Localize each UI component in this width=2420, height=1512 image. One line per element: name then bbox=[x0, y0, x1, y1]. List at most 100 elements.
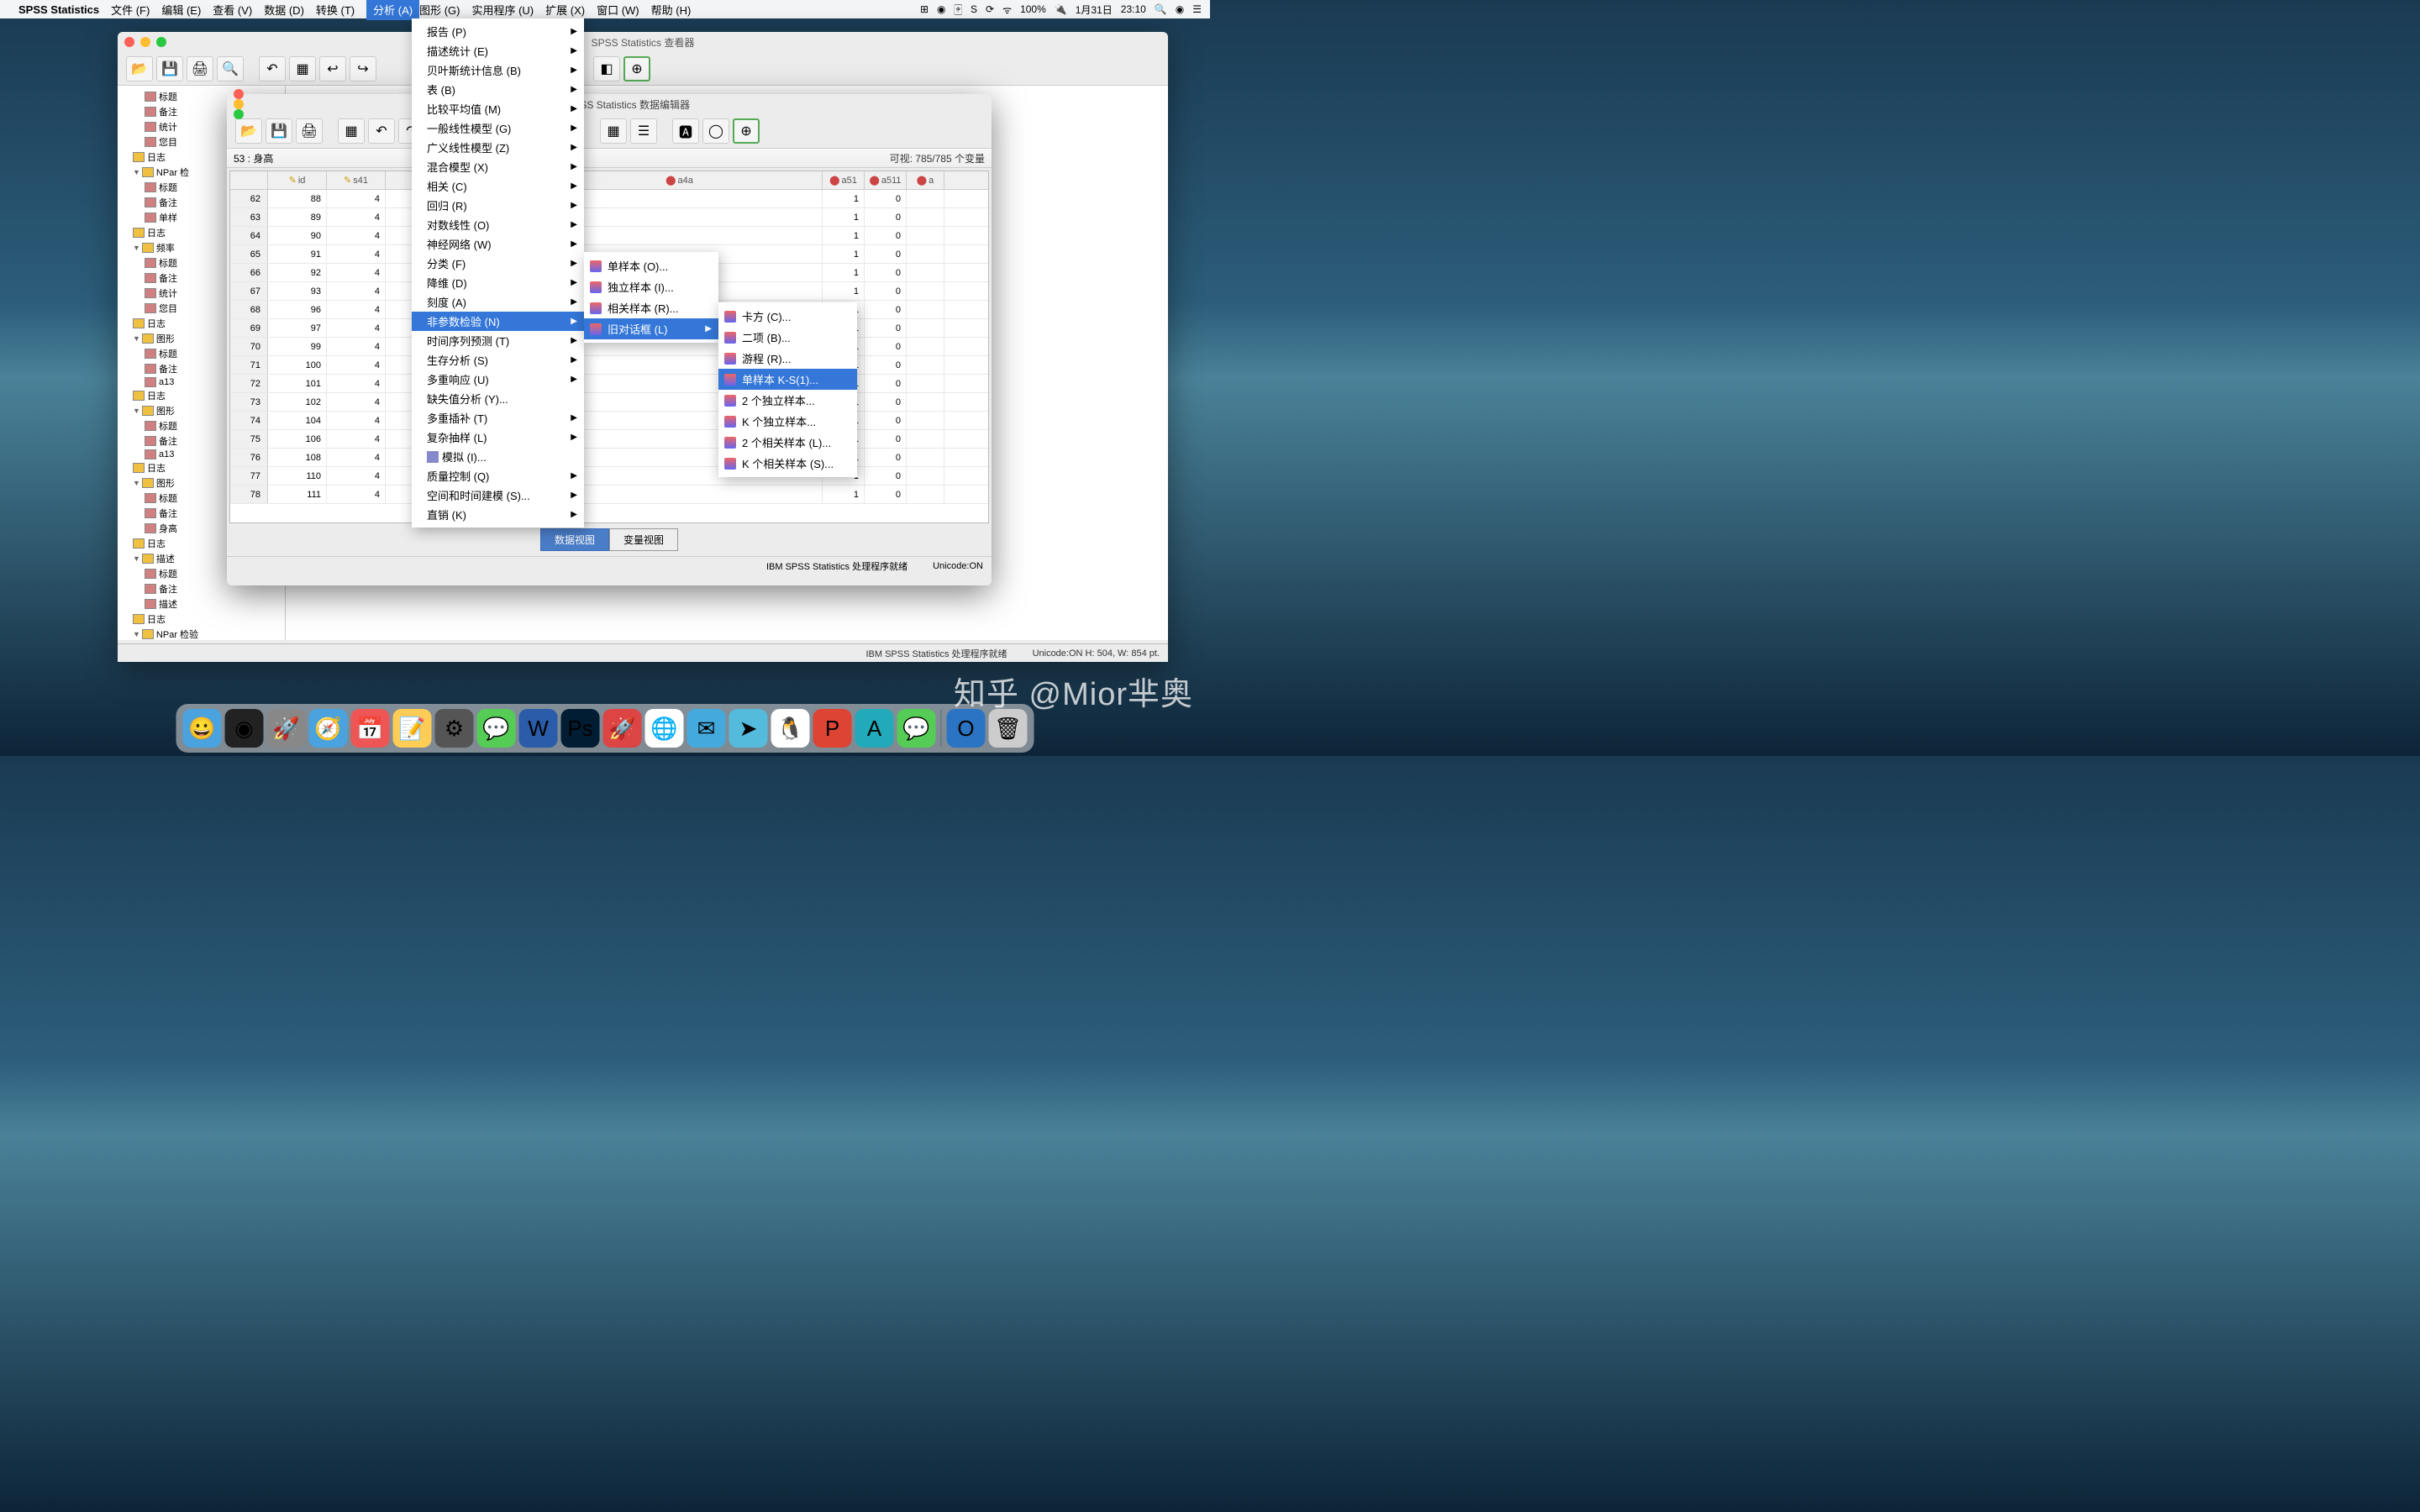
menu-item[interactable]: 降维 (D)▶ bbox=[412, 273, 584, 292]
open-icon[interactable]: 📂 bbox=[126, 56, 153, 81]
dock-finder-icon[interactable]: 😀 bbox=[183, 709, 222, 748]
cell[interactable] bbox=[907, 486, 944, 503]
dock-appstore-icon[interactable]: A bbox=[855, 709, 894, 748]
menu-item[interactable]: 描述统计 (E)▶ bbox=[412, 41, 584, 60]
cell[interactable] bbox=[907, 227, 944, 244]
cell[interactable]: 91 bbox=[268, 245, 327, 263]
cell[interactable]: 68 bbox=[230, 301, 268, 318]
cell[interactable]: 1 bbox=[823, 264, 865, 281]
cell[interactable]: 67 bbox=[230, 282, 268, 300]
menu-utilities[interactable]: 实用程序 (U) bbox=[471, 2, 534, 18]
menu-item[interactable]: 非参数检验 (N)▶ bbox=[412, 312, 584, 331]
cell[interactable]: 4 bbox=[327, 356, 386, 374]
close-button[interactable] bbox=[234, 89, 244, 99]
menu-item[interactable]: 游程 (R)... bbox=[718, 348, 857, 369]
cell[interactable]: 62 bbox=[230, 190, 268, 207]
cell[interactable]: 4 bbox=[327, 467, 386, 485]
dock-photoshop-icon[interactable]: Ps bbox=[561, 709, 600, 748]
cell[interactable]: 0 bbox=[865, 227, 907, 244]
cell[interactable]: 0 bbox=[865, 245, 907, 263]
battery-pct[interactable]: 100% bbox=[1020, 3, 1046, 15]
dock-powerpoint-icon[interactable]: P bbox=[813, 709, 852, 748]
cell[interactable] bbox=[907, 245, 944, 263]
select-icon[interactable]: ◧ bbox=[593, 56, 620, 81]
menu-item[interactable]: 贝叶斯统计信息 (B)▶ bbox=[412, 60, 584, 80]
menu-item[interactable]: 报告 (P)▶ bbox=[412, 22, 584, 41]
cell[interactable]: 4 bbox=[327, 227, 386, 244]
cell[interactable] bbox=[907, 356, 944, 374]
cell[interactable]: 0 bbox=[865, 430, 907, 448]
cell[interactable] bbox=[907, 449, 944, 466]
cell[interactable]: 0 bbox=[865, 301, 907, 318]
dock-settings-icon[interactable]: ⚙ bbox=[435, 709, 474, 748]
cell[interactable]: 0 bbox=[865, 208, 907, 226]
cell[interactable]: 1 bbox=[823, 227, 865, 244]
cell[interactable] bbox=[907, 208, 944, 226]
menu-item[interactable]: 时间序列预测 (T)▶ bbox=[412, 331, 584, 350]
clock-icon[interactable]: ⟳ bbox=[986, 3, 994, 15]
menu-item[interactable]: 生存分析 (S)▶ bbox=[412, 350, 584, 370]
dock-launchpad-icon[interactable]: 🚀 bbox=[267, 709, 306, 748]
dock-calendar-icon[interactable]: 📅 bbox=[351, 709, 390, 748]
cell[interactable]: 4 bbox=[327, 301, 386, 318]
cell[interactable]: 100 bbox=[268, 356, 327, 374]
undo-icon[interactable]: ↶ bbox=[368, 118, 395, 144]
menu-item[interactable]: 比较平均值 (M)▶ bbox=[412, 99, 584, 118]
cell[interactable]: 96 bbox=[268, 301, 327, 318]
cell[interactable] bbox=[907, 301, 944, 318]
cell[interactable] bbox=[907, 264, 944, 281]
cell[interactable]: 4 bbox=[327, 412, 386, 429]
cell[interactable]: 70 bbox=[230, 338, 268, 355]
target-icon[interactable]: ⊕ bbox=[623, 56, 650, 81]
outline-node[interactable]: 日志 bbox=[121, 612, 281, 627]
cell[interactable]: 93 bbox=[268, 282, 327, 300]
cell[interactable]: 74 bbox=[230, 412, 268, 429]
cell[interactable]: 4 bbox=[327, 319, 386, 337]
menu-item[interactable]: 刻度 (A)▶ bbox=[412, 292, 584, 312]
cell[interactable]: 4 bbox=[327, 393, 386, 411]
menu-transform[interactable]: 转换 (T) bbox=[316, 2, 355, 18]
dock-chat-icon[interactable]: 💬 bbox=[897, 709, 936, 748]
cell[interactable]: 92 bbox=[268, 264, 327, 281]
menu-view[interactable]: 查看 (V) bbox=[213, 2, 252, 18]
cell[interactable]: 97 bbox=[268, 319, 327, 337]
editor-titlebar[interactable]: 1] - IBM SPSS Statistics 数据编辑器 bbox=[227, 94, 992, 114]
menu-data[interactable]: 数据 (D) bbox=[264, 2, 304, 18]
cell[interactable]: 88 bbox=[268, 190, 327, 207]
cell[interactable]: 90 bbox=[268, 227, 327, 244]
zoom-button[interactable] bbox=[156, 37, 166, 47]
cell[interactable] bbox=[907, 319, 944, 337]
menu-edit[interactable]: 编辑 (E) bbox=[161, 2, 201, 18]
menu-help[interactable]: 帮助 (H) bbox=[651, 2, 692, 18]
menu-item[interactable]: 多重插补 (T)▶ bbox=[412, 408, 584, 428]
back-icon[interactable]: ↩ bbox=[319, 56, 346, 81]
cell[interactable]: 1 bbox=[823, 486, 865, 503]
cell[interactable]: 63 bbox=[230, 208, 268, 226]
goto-icon[interactable]: ▦ bbox=[289, 56, 316, 81]
dock-wechat-icon[interactable]: 💬 bbox=[477, 709, 516, 748]
minimize-button[interactable] bbox=[234, 99, 244, 109]
ime-icon[interactable]: S bbox=[971, 3, 977, 15]
cell[interactable]: 0 bbox=[865, 375, 907, 392]
cell[interactable]: 0 bbox=[865, 393, 907, 411]
dock-siri-icon[interactable]: ◉ bbox=[225, 709, 264, 748]
menu-item[interactable]: 回归 (R)▶ bbox=[412, 196, 584, 215]
cell[interactable]: 66 bbox=[230, 264, 268, 281]
outline-node[interactable]: ▼NPar 检验 bbox=[121, 627, 281, 640]
menu-item[interactable]: 2 个相关样本 (L)... bbox=[718, 432, 857, 453]
menu-window[interactable]: 窗口 (W) bbox=[597, 2, 639, 18]
cell[interactable]: 75 bbox=[230, 430, 268, 448]
cell[interactable]: 4 bbox=[327, 486, 386, 503]
cell[interactable] bbox=[907, 282, 944, 300]
tab-data-view[interactable]: 数据视图 bbox=[540, 528, 609, 551]
cell[interactable]: 72 bbox=[230, 375, 268, 392]
table-row[interactable]: 73102410 bbox=[230, 393, 988, 412]
column-header[interactable]: ⬤a51 bbox=[823, 171, 865, 189]
dock-outlook-icon[interactable]: O bbox=[947, 709, 986, 748]
cell[interactable] bbox=[907, 467, 944, 485]
menu-item[interactable]: 质量控制 (Q)▶ bbox=[412, 466, 584, 486]
menu-analyze[interactable]: 分析 (A) bbox=[366, 0, 419, 20]
cell[interactable]: 4 bbox=[327, 208, 386, 226]
menu-item[interactable]: 神经网络 (W)▶ bbox=[412, 234, 584, 254]
cell[interactable]: 101 bbox=[268, 375, 327, 392]
